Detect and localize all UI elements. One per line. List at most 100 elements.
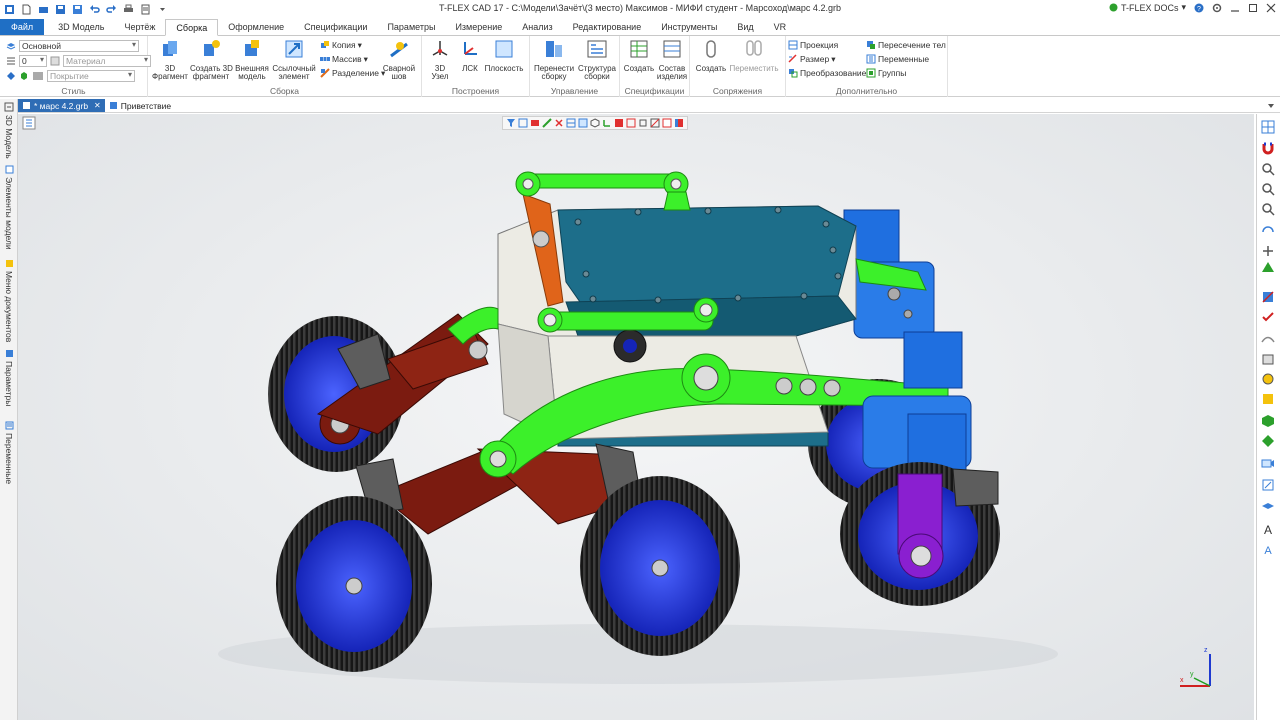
tab-analysis[interactable]: Анализ — [512, 19, 562, 35]
doc-tab-mars[interactable]: * марс 4.2.grb ✕ — [18, 99, 105, 112]
zoom-fit-icon[interactable] — [1261, 202, 1275, 216]
settings-icon[interactable] — [1212, 3, 1222, 13]
tab-file[interactable]: Файл — [0, 19, 45, 35]
level-input[interactable]: 0 — [19, 55, 47, 67]
composition-button[interactable]: Состав изделия — [656, 38, 688, 82]
side-tab-model-elements[interactable]: Элементы модели — [2, 165, 16, 250]
tab-measure[interactable]: Измерение — [445, 19, 512, 35]
close-icon[interactable] — [1266, 3, 1276, 13]
tab-view[interactable]: Вид — [727, 19, 763, 35]
open-folder-icon[interactable] — [38, 4, 49, 15]
tabs-list-icon[interactable] — [1266, 101, 1276, 111]
help-icon[interactable]: ? — [1194, 3, 1204, 13]
save-icon[interactable] — [72, 4, 83, 15]
rover-model[interactable]: z x y — [18, 114, 1254, 720]
camera-icon[interactable] — [1261, 456, 1275, 470]
doc-tab-close-icon[interactable]: ✕ — [94, 101, 101, 110]
structure-button[interactable]: Структура сборки — [576, 38, 618, 82]
properties-icon[interactable] — [140, 4, 151, 15]
docs-button[interactable]: T-FLEX DOCs ▾ — [1109, 2, 1186, 13]
diamond-icon[interactable] — [1261, 434, 1275, 448]
projection-button[interactable]: Проекция — [788, 39, 838, 51]
lcs-button[interactable]: ЛСК — [456, 38, 484, 73]
tab-vr[interactable]: VR — [764, 19, 797, 35]
array-button[interactable]: Массив ▾ — [320, 53, 368, 65]
new-document-icon[interactable] — [21, 4, 32, 15]
plane-button[interactable]: Плоскость — [484, 38, 524, 73]
fragment3d-button[interactable]: 3D Фрагмент — [151, 38, 189, 82]
material-select[interactable]: Материал — [63, 55, 151, 67]
surface-icon[interactable] — [1261, 332, 1275, 346]
3d-viewport[interactable]: z x y — [18, 114, 1254, 720]
undo-icon[interactable] — [89, 4, 100, 15]
group-assembly-label: Сборка — [269, 86, 300, 96]
side-tab-variables[interactable]: Переменные — [2, 421, 16, 484]
side-tab-parameters[interactable]: Параметры — [2, 349, 16, 406]
minimize-icon[interactable] — [1230, 3, 1240, 13]
mirror-icon[interactable] — [1261, 260, 1275, 274]
quick-access-toolbar — [0, 0, 168, 18]
tab-drawing[interactable]: Чертёж — [114, 19, 165, 35]
print-icon[interactable] — [123, 4, 134, 15]
redo-icon[interactable] — [106, 4, 117, 15]
structure-icon — [587, 40, 607, 58]
side-tab-document-menu[interactable]: Меню документов — [2, 259, 16, 342]
tab-assembly[interactable]: Сборка — [165, 19, 219, 36]
layers-icon[interactable] — [1261, 500, 1275, 514]
rebuild-button[interactable]: Перенести сборку — [532, 38, 576, 82]
save-all-icon[interactable] — [55, 4, 66, 15]
pin-icon[interactable] — [3, 101, 15, 113]
mate-move-button[interactable]: Переместить — [728, 38, 780, 73]
doc-tab-welcome[interactable]: Приветствие — [105, 99, 175, 112]
light-icon[interactable] — [1261, 392, 1275, 406]
fill-icon[interactable] — [19, 71, 29, 81]
text-a-small-icon[interactable]: A — [1261, 542, 1275, 556]
tab-specifications[interactable]: Спецификации — [294, 19, 377, 35]
create-fragment-button[interactable]: Создать 3D фрагмент — [190, 38, 233, 82]
select-body-icon[interactable] — [1261, 290, 1275, 304]
node3d-button[interactable]: 3D Узел — [426, 38, 454, 82]
app-logo-icon[interactable] — [4, 4, 15, 15]
zoom-in-icon[interactable] — [1261, 162, 1275, 176]
magnet-icon[interactable] — [1261, 142, 1275, 156]
cube-green-icon[interactable] — [1261, 414, 1275, 428]
color-icon[interactable] — [6, 71, 16, 81]
variables-button[interactable]: Переменные — [866, 53, 929, 65]
qat-dropdown-icon[interactable] — [157, 4, 168, 15]
tab-parameters[interactable]: Параметры — [377, 19, 445, 35]
composition-label: Состав изделия — [656, 63, 688, 81]
intersection-button[interactable]: Пересечение тел — [866, 39, 946, 51]
tab-tools[interactable]: Инструменты — [651, 19, 727, 35]
split-button[interactable]: Разделение ▾ — [320, 67, 385, 79]
reference-element-button[interactable]: Ссылочный элемент — [272, 38, 316, 82]
zoom-window-icon[interactable] — [1261, 182, 1275, 196]
spec-create-button[interactable]: Создать — [622, 38, 656, 73]
weld-button[interactable]: Сварной шов — [380, 38, 418, 82]
size-button[interactable]: Размер ▾ — [788, 53, 836, 65]
groups-button[interactable]: Группы — [866, 67, 906, 79]
group-style-label: Стиль — [61, 86, 86, 96]
rebuild-label: Перенести сборку — [533, 63, 575, 81]
external-model-button[interactable]: Внешняя модель — [233, 38, 271, 82]
maximize-icon[interactable] — [1248, 3, 1258, 13]
box-icon[interactable] — [1261, 352, 1275, 366]
group-build: 3D Узел ЛСК Плоскость Построения — [422, 36, 530, 97]
check-icon[interactable] — [1261, 310, 1275, 324]
rotate-icon[interactable] — [1261, 224, 1275, 238]
tab-design[interactable]: Оформление — [218, 19, 294, 35]
text-a-icon[interactable]: A — [1261, 522, 1275, 536]
tab-3d-model[interactable]: 3D Модель — [48, 19, 114, 35]
measure-icon[interactable] — [1261, 478, 1275, 492]
tab-edit[interactable]: Редактирование — [563, 19, 652, 35]
side-tab-document-menu-label: Меню документов — [4, 271, 14, 343]
lcs-label: ЛСК — [462, 63, 478, 73]
view-grid-icon[interactable] — [1261, 120, 1275, 134]
material-sphere-icon[interactable] — [1261, 372, 1275, 386]
layer-select[interactable]: Основной — [19, 40, 139, 52]
side-tab-3d-model[interactable]: 3D Модель — [2, 115, 16, 159]
pan-icon[interactable] — [1261, 242, 1275, 256]
copy-button[interactable]: Копия ▾ — [320, 39, 362, 51]
coating-select[interactable]: Покрытие — [47, 70, 135, 82]
transform-button[interactable]: Преобразование — [788, 67, 866, 79]
mate-create-button[interactable]: Создать — [694, 38, 728, 73]
